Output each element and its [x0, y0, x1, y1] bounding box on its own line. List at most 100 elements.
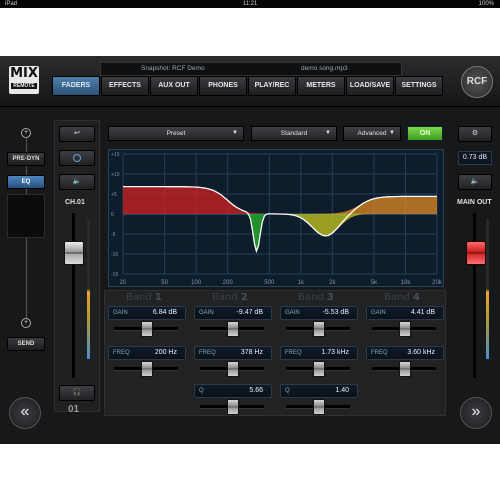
tab-effects[interactable]: EFFECTS	[101, 76, 149, 96]
band-q-slider-handle[interactable]	[227, 399, 239, 415]
band-q-slider-handle[interactable]	[313, 399, 325, 415]
band-number: 4	[412, 292, 420, 303]
band-q-label: Q	[199, 388, 204, 394]
band-freq-value: 1.73 kHz	[321, 349, 349, 356]
band-freq-label: FREQ	[371, 350, 388, 356]
band-3-area	[123, 214, 437, 237]
logo-main: MIX	[10, 66, 38, 81]
band-number: 3	[326, 292, 334, 303]
tab-load-save[interactable]: LOAD/SAVE	[346, 76, 394, 96]
band-freq-slider-handle[interactable]	[227, 361, 239, 377]
view-label: Advanced	[357, 130, 387, 137]
channel-meter	[87, 219, 90, 359]
main-mute-button[interactable]: 🔈	[458, 174, 492, 190]
mixer-app: MIX REMOTE Snapshot: RCF Demo demo song.…	[0, 56, 500, 444]
band-gain-value: 4.41 dB	[410, 309, 435, 316]
tab-settings[interactable]: SETTINGS	[395, 76, 443, 96]
band-gain: GAIN -9.47 dB	[194, 306, 272, 320]
band-freq-slider-handle[interactable]	[313, 361, 325, 377]
main-out-level: 0.73 dB	[458, 151, 492, 165]
song-name: demo song.mp3	[301, 65, 348, 72]
chevron-down-icon: ▼	[389, 130, 395, 136]
band-freq: FREQ 1.73 kHz	[280, 346, 358, 360]
band-header: Band 3	[298, 292, 334, 303]
y-tick-label: 0	[111, 212, 114, 218]
tab-meters[interactable]: METERS	[297, 76, 345, 96]
channel-fader-track	[72, 213, 75, 378]
pre-dyn-button[interactable]: PRE-DYN	[7, 152, 45, 166]
band-gain-slider-handle[interactable]	[313, 321, 325, 337]
mute-button[interactable]: 🔈	[59, 174, 95, 190]
prev-page-button[interactable]: «	[9, 397, 41, 429]
add-top-icon[interactable]: +	[21, 128, 31, 138]
mix-remote-logo: MIX REMOTE	[9, 66, 39, 94]
tab-phones[interactable]: PHONES	[199, 76, 247, 96]
eq-on-button[interactable]: ON	[407, 126, 443, 141]
rcf-logo[interactable]: RCF	[461, 66, 493, 98]
main-fader-handle[interactable]	[466, 241, 486, 265]
band-freq-label: FREQ	[113, 350, 130, 356]
channel-name: CH.01	[65, 199, 85, 206]
main-out-label: MAIN OUT	[457, 199, 492, 206]
eq-button[interactable]: EQ	[7, 175, 45, 189]
band-label: Band	[212, 292, 238, 303]
band-label: Band	[298, 292, 324, 303]
band-gain: GAIN 6.84 dB	[108, 306, 186, 320]
x-tick-label: 200	[223, 280, 234, 286]
add-bottom-icon[interactable]: +	[21, 318, 31, 328]
band-header: Band 1	[126, 292, 162, 303]
y-tick-label: +5	[111, 192, 117, 198]
band-freq-value: 200 Hz	[154, 349, 177, 356]
band-freq-value: 378 Hz	[240, 349, 263, 356]
send-button[interactable]: SEND	[7, 337, 45, 351]
band-2-area	[123, 214, 437, 252]
y-tick-label: -10	[111, 252, 118, 258]
band-gain-slider-handle[interactable]	[399, 321, 411, 337]
band-number: 2	[240, 292, 248, 303]
band-q: Q 5.66	[194, 384, 272, 398]
band-gain-slider-handle[interactable]	[141, 321, 153, 337]
band-freq-slider-handle[interactable]	[399, 361, 411, 377]
y-tick-label: +10	[111, 172, 120, 178]
band-q: Q 1.40	[280, 384, 358, 398]
snapshot-bar: Snapshot: RCF Demo demo song.mp3	[100, 62, 402, 76]
headphone-button[interactable]: 🎧	[59, 385, 95, 401]
y-tick-label: +15	[111, 152, 120, 158]
band-freq-slider-handle[interactable]	[141, 361, 153, 377]
band-gain-slider-handle[interactable]	[227, 321, 239, 337]
undo-button[interactable]: ↩	[59, 126, 95, 142]
next-page-button[interactable]: »	[460, 397, 492, 429]
eq-curve-plot: 20 50 100 200 500 1k 2k 5k 10k 20k +15 +10 +5 0 -5 -10 -…	[111, 152, 443, 286]
mode-dropdown[interactable]: Standard ▼	[251, 126, 337, 141]
band-gain-label: GAIN	[371, 310, 386, 316]
band-gain-value: -9.47 dB	[236, 309, 263, 316]
channel-number: 01	[68, 404, 80, 415]
band-freq: FREQ 3.60 kHz	[366, 346, 444, 360]
band-gain-value: 6.84 dB	[152, 309, 177, 316]
status-time: 11:21	[242, 1, 258, 7]
tab-play-rec[interactable]: PLAY/REC	[248, 76, 296, 96]
band-gain: GAIN -5.53 dB	[280, 306, 358, 320]
tab-faders[interactable]: FADERS	[52, 76, 100, 96]
band-gain-label: GAIN	[113, 310, 128, 316]
band-freq-label: FREQ	[199, 350, 216, 356]
band-freq-label: FREQ	[285, 350, 302, 356]
main-meter	[486, 219, 489, 359]
eq-graph[interactable]: 20 50 100 200 500 1k 2k 5k 10k 20k +15 +10 +5 0 -5 -10 -…	[108, 149, 444, 287]
x-tick-label: 10k	[401, 280, 412, 286]
pan-control[interactable]	[59, 150, 95, 166]
band-gain-value: -5.53 dB	[322, 309, 349, 316]
preset-dropdown[interactable]: Preset ▼	[108, 126, 244, 141]
channel-fader-handle[interactable]	[64, 241, 84, 265]
tab-aux-out[interactable]: AUX OUT	[150, 76, 198, 96]
band-header: Band 2	[212, 292, 248, 303]
preset-label: Preset	[166, 130, 186, 137]
band-freq-value: 3.60 kHz	[407, 349, 435, 356]
band-gain-label: GAIN	[285, 310, 300, 316]
settings-gear-button[interactable]: ⚙	[458, 126, 492, 142]
x-tick-label: 20k	[432, 280, 443, 286]
band-header: Band 4	[384, 292, 420, 303]
view-dropdown[interactable]: Advanced ▼	[343, 126, 401, 141]
y-tick-label: -5	[111, 232, 116, 238]
battery-label: 100%	[478, 1, 494, 7]
